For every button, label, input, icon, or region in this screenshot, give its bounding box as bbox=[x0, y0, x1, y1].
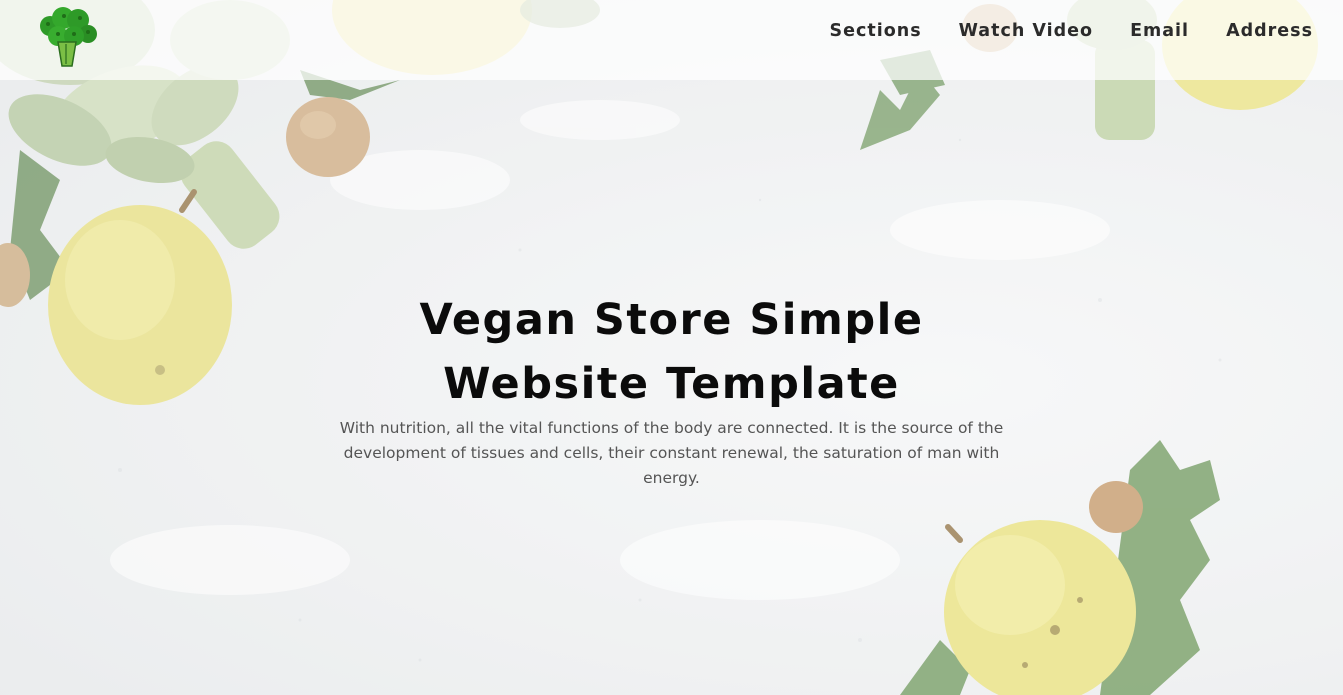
nav-link-email[interactable]: Email bbox=[1130, 21, 1189, 41]
hero-description: With nutrition, all the vital functions … bbox=[339, 419, 1004, 487]
broccoli-icon[interactable] bbox=[36, 6, 98, 70]
site-header: Sections Watch Video Email Address bbox=[0, 0, 1343, 80]
nav-link-watch-video[interactable]: Watch Video bbox=[959, 21, 1093, 41]
nav-link-address[interactable]: Address bbox=[1226, 21, 1313, 41]
hero-content: Vegan Store Simple Website Template With… bbox=[330, 288, 1013, 491]
nav-link-sections[interactable]: Sections bbox=[830, 21, 922, 41]
hero-title: Vegan Store Simple Website Template bbox=[419, 295, 924, 409]
main-nav: Sections Watch Video Email Address bbox=[830, 21, 1313, 41]
hero-section: Sections Watch Video Email Address Vegan… bbox=[0, 0, 1343, 695]
